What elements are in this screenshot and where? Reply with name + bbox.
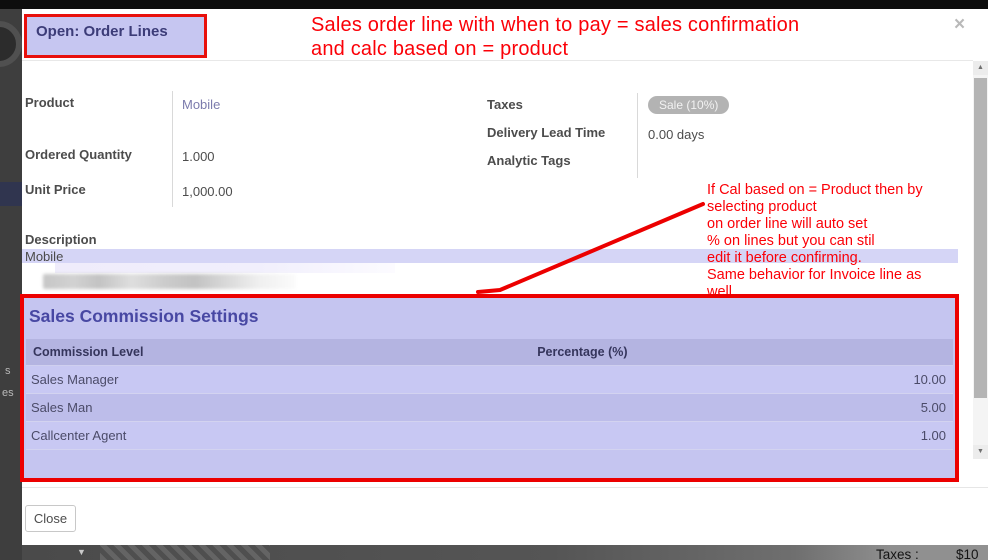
side-annotation-line: edit it before confirming.	[707, 250, 987, 267]
background-page-strip: ▼ Taxes : $10	[22, 545, 988, 560]
background-taxes-value: $10	[956, 547, 979, 560]
commission-level-cell[interactable]: Callcenter Agent	[26, 421, 531, 449]
annotation-heading-line1: Sales order line with when to pay = sale…	[311, 13, 951, 37]
screen: s es Open: Order Lines Sales order line …	[0, 0, 988, 560]
background-hatched-area	[100, 545, 270, 560]
sidebar-text-fragment: es	[2, 387, 14, 399]
field-separator	[637, 93, 638, 178]
field-product-label: Product	[25, 95, 74, 110]
side-annotation-line: If Cal based on = Product then by	[707, 182, 987, 199]
field-ordered-quantity-value: 1.000	[182, 149, 215, 164]
side-annotation-line: Same behavior for Invoice line as	[707, 267, 987, 284]
close-button[interactable]: Close	[25, 505, 76, 532]
side-annotation-line: on order line will auto set	[707, 216, 987, 233]
sales-commission-section: Sales Commission Settings Commission Lev…	[20, 294, 959, 482]
sidebar-active-band	[0, 182, 22, 206]
commission-table-header-row: Commission Level Percentage (%)	[26, 339, 953, 365]
field-delivery-lead-time-value: 0.00 days	[648, 127, 704, 142]
annotation-heading-line2: and calc based on = product	[311, 37, 951, 61]
description-label: Description	[25, 232, 97, 247]
percentage-cell[interactable]: 5.00	[531, 393, 953, 421]
percentage-cell[interactable]: 1.00	[531, 421, 953, 449]
sidebar-text-fragment: s	[5, 365, 11, 377]
side-annotation-line: selecting product	[707, 199, 987, 216]
caret-down-icon[interactable]: ▼	[77, 547, 86, 557]
scroll-up-icon[interactable]: ▲	[973, 61, 988, 75]
close-icon[interactable]: ×	[954, 15, 965, 35]
column-percentage[interactable]: Percentage (%)	[531, 339, 953, 365]
commission-table-row[interactable]: Callcenter Agent 1.00	[26, 421, 953, 449]
app-logo-icon	[0, 21, 22, 67]
modal-title: Open: Order Lines	[36, 23, 168, 40]
commission-table-row[interactable]: Sales Manager 10.00	[26, 365, 953, 393]
field-separator	[172, 91, 173, 207]
background-taxes-label: Taxes :	[876, 547, 919, 560]
field-delivery-lead-time-label: Delivery Lead Time	[487, 125, 605, 140]
column-commission-level[interactable]: Commission Level	[26, 339, 531, 365]
field-unit-price-value: 1,000.00	[182, 184, 233, 199]
commission-level-cell[interactable]: Sales Man	[26, 393, 531, 421]
annotation-heading: Sales order line with when to pay = sale…	[311, 13, 951, 61]
field-ordered-quantity-label: Ordered Quantity	[25, 147, 132, 162]
description-highlight-partial	[55, 263, 395, 273]
sales-commission-title: Sales Commission Settings	[29, 306, 259, 327]
commission-table: Commission Level Percentage (%) Sales Ma…	[26, 339, 953, 450]
background-sidebar: s es	[0, 9, 22, 560]
description-text: Mobile	[25, 249, 63, 264]
field-unit-price-label: Unit Price	[25, 182, 86, 197]
field-product-value[interactable]: Mobile	[182, 97, 220, 112]
tax-badge[interactable]: Sale (10%)	[648, 96, 729, 114]
footer-divider	[22, 487, 988, 488]
side-annotation-line: % on lines but you can stil	[707, 233, 987, 250]
commission-level-cell[interactable]: Sales Manager	[26, 365, 531, 393]
scroll-down-icon[interactable]: ▼	[973, 445, 988, 459]
side-annotation: If Cal based on = Product then byselecti…	[707, 182, 987, 301]
top-edge-bar	[0, 0, 988, 9]
field-taxes-label: Taxes	[487, 97, 523, 112]
redacted-text-block	[43, 274, 296, 289]
commission-table-row[interactable]: Sales Man 5.00	[26, 393, 953, 421]
header-divider	[22, 60, 973, 61]
field-analytic-tags-label: Analytic Tags	[487, 153, 571, 168]
modal-title-highlight: Open: Order Lines	[24, 14, 207, 58]
percentage-cell[interactable]: 10.00	[531, 365, 953, 393]
